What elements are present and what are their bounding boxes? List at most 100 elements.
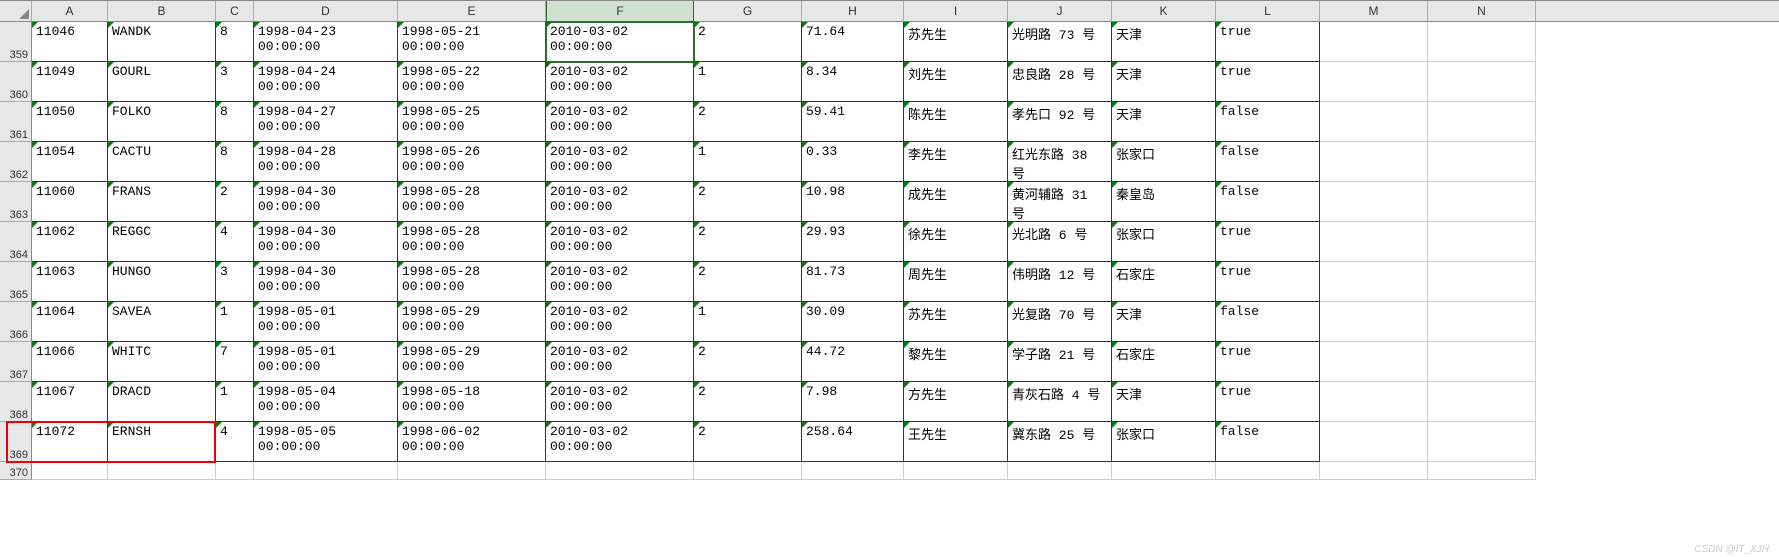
cell[interactable]: 1998-05-05 00:00:00 (254, 422, 398, 462)
cell[interactable]: 光明路 73 号 (1008, 22, 1112, 62)
cell[interactable] (1112, 462, 1216, 480)
cell[interactable]: false (1216, 182, 1320, 222)
cell[interactable]: 1998-05-25 00:00:00 (398, 102, 546, 142)
cell[interactable]: 1998-05-28 00:00:00 (398, 182, 546, 222)
cell[interactable]: true (1216, 262, 1320, 302)
cell[interactable] (1320, 222, 1428, 262)
cell[interactable]: 1998-04-27 00:00:00 (254, 102, 398, 142)
cell[interactable]: 11067 (32, 382, 108, 422)
cell[interactable] (1320, 302, 1428, 342)
cell[interactable]: 11054 (32, 142, 108, 182)
column-header-G[interactable]: G (694, 1, 802, 21)
cell[interactable]: 青灰石路 4 号 (1008, 382, 1112, 422)
cell[interactable]: 2010-03-02 00:00:00 (546, 22, 694, 62)
cell[interactable]: 红光东路 38 号 (1008, 142, 1112, 182)
cell[interactable]: SAVEA (108, 302, 216, 342)
column-header-N[interactable]: N (1428, 1, 1536, 21)
cell[interactable]: 1998-05-22 00:00:00 (398, 62, 546, 102)
cell[interactable]: 81.73 (802, 262, 904, 302)
cell[interactable]: 11060 (32, 182, 108, 222)
cell[interactable]: 成先生 (904, 182, 1008, 222)
cell[interactable]: 1998-05-18 00:00:00 (398, 382, 546, 422)
cell[interactable]: 2 (694, 262, 802, 302)
column-header-E[interactable]: E (398, 1, 546, 21)
cell[interactable]: 1998-04-30 00:00:00 (254, 222, 398, 262)
cell[interactable]: 2 (694, 422, 802, 462)
cell[interactable]: 59.41 (802, 102, 904, 142)
cell[interactable]: true (1216, 22, 1320, 62)
cell[interactable] (1320, 342, 1428, 382)
column-header-B[interactable]: B (108, 1, 216, 21)
cell[interactable]: 2 (694, 382, 802, 422)
cell[interactable]: false (1216, 142, 1320, 182)
cell[interactable] (1428, 382, 1536, 422)
cell[interactable]: 苏先生 (904, 22, 1008, 62)
cell[interactable]: false (1216, 302, 1320, 342)
cell[interactable]: 4 (216, 422, 254, 462)
cell[interactable] (1320, 22, 1428, 62)
cell[interactable]: 光北路 6 号 (1008, 222, 1112, 262)
cell[interactable]: 1998-04-30 00:00:00 (254, 262, 398, 302)
cell[interactable]: 29.93 (802, 222, 904, 262)
cell[interactable]: 1998-05-29 00:00:00 (398, 302, 546, 342)
cell[interactable]: false (1216, 102, 1320, 142)
cell[interactable]: 方先生 (904, 382, 1008, 422)
cell[interactable]: 1998-05-28 00:00:00 (398, 262, 546, 302)
cell[interactable] (108, 462, 216, 480)
cell[interactable]: true (1216, 342, 1320, 382)
cell[interactable]: 2010-03-02 00:00:00 (546, 222, 694, 262)
cell[interactable] (1320, 462, 1428, 480)
cell[interactable]: 258.64 (802, 422, 904, 462)
cell[interactable]: REGGC (108, 222, 216, 262)
cell[interactable]: HUNGO (108, 262, 216, 302)
cell[interactable]: 11063 (32, 262, 108, 302)
column-header-L[interactable]: L (1216, 1, 1320, 21)
cell[interactable] (1320, 102, 1428, 142)
cell[interactable]: 2 (694, 182, 802, 222)
cell[interactable]: 1998-04-28 00:00:00 (254, 142, 398, 182)
column-header-I[interactable]: I (904, 1, 1008, 21)
cell[interactable] (254, 462, 398, 480)
cell[interactable]: 1998-06-02 00:00:00 (398, 422, 546, 462)
cell[interactable]: 44.72 (802, 342, 904, 382)
cell[interactable]: 3 (216, 262, 254, 302)
cell[interactable] (904, 462, 1008, 480)
cell[interactable] (1320, 62, 1428, 102)
cell[interactable]: 2010-03-02 00:00:00 (546, 422, 694, 462)
cell[interactable]: 1998-05-04 00:00:00 (254, 382, 398, 422)
cell[interactable]: 4 (216, 222, 254, 262)
column-header-C[interactable]: C (216, 1, 254, 21)
cell[interactable]: DRACD (108, 382, 216, 422)
cell[interactable]: 11050 (32, 102, 108, 142)
cell[interactable] (1008, 462, 1112, 480)
column-header-D[interactable]: D (254, 1, 398, 21)
cell[interactable]: 11049 (32, 62, 108, 102)
cell[interactable]: ERNSH (108, 422, 216, 462)
cell[interactable] (1320, 382, 1428, 422)
column-header-M[interactable]: M (1320, 1, 1428, 21)
cell[interactable]: 11072 (32, 422, 108, 462)
cell[interactable]: 2010-03-02 00:00:00 (546, 302, 694, 342)
column-header-A[interactable]: A (32, 1, 108, 21)
column-header-K[interactable]: K (1112, 1, 1216, 21)
cell[interactable] (1428, 262, 1536, 302)
cell[interactable]: 张家口 (1112, 222, 1216, 262)
cell[interactable]: 0.33 (802, 142, 904, 182)
select-all-corner[interactable] (0, 1, 32, 21)
cell[interactable]: 冀东路 25 号 (1008, 422, 1112, 462)
column-header-J[interactable]: J (1008, 1, 1112, 21)
cell[interactable]: 2010-03-02 00:00:00 (546, 262, 694, 302)
cell[interactable]: 刘先生 (904, 62, 1008, 102)
cell[interactable] (1216, 462, 1320, 480)
cell[interactable] (1320, 262, 1428, 302)
cell[interactable] (1428, 22, 1536, 62)
cell[interactable]: true (1216, 62, 1320, 102)
cell[interactable]: 孝先口 92 号 (1008, 102, 1112, 142)
cell[interactable]: 8 (216, 142, 254, 182)
cell[interactable]: CACTU (108, 142, 216, 182)
row-header[interactable]: 365 (0, 262, 32, 302)
row-header[interactable]: 360 (0, 62, 32, 102)
cell[interactable]: 1 (694, 62, 802, 102)
cell[interactable]: WHITC (108, 342, 216, 382)
cell[interactable]: 忠良路 28 号 (1008, 62, 1112, 102)
